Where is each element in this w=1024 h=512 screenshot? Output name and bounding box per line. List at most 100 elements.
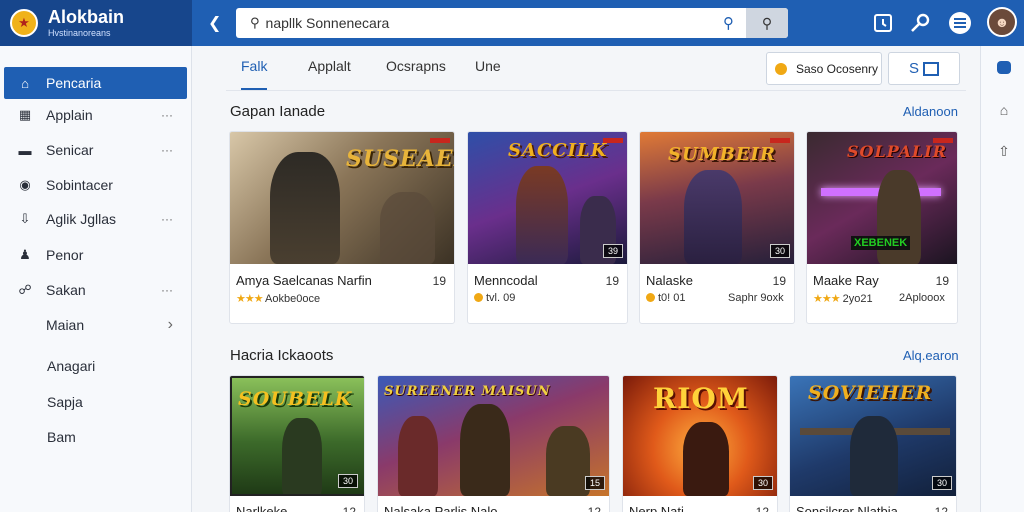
character-figure [850, 416, 898, 496]
sidebar-link-anagari[interactable]: Anagari [47, 358, 95, 374]
game-meta-secondary: 2Aplooox [899, 292, 945, 304]
right-rail: ⌂ ⇧ [980, 46, 1024, 512]
tab-falk[interactable]: Falk [241, 58, 268, 90]
sidebar-item-sobintacer[interactable]: ◉ Sobintacer [4, 169, 187, 201]
character-figure [683, 422, 729, 496]
section-title: Hacria Ickaoots [230, 347, 334, 364]
game-card[interactable]: SOVIEHER 30 Sonsilcrer Nlatbia 12 [789, 375, 957, 512]
game-badge: 15 [584, 476, 605, 490]
game-name: Menncodal [474, 273, 538, 288]
game-thumbnail: SUMBEIR 30 [640, 132, 794, 264]
more-icon[interactable]: ··· [161, 212, 173, 226]
see-all-link[interactable]: Aldanoon [903, 104, 958, 119]
tab-une[interactable]: Une [475, 58, 501, 88]
game-meta-text: Aokbe0oce [265, 293, 321, 305]
game-title-art: SOUBELK [238, 388, 353, 410]
home-icon[interactable]: ⌂ [994, 100, 1014, 120]
game-meta-text: t0! 01 [658, 292, 686, 304]
chat-icon[interactable] [994, 58, 1014, 78]
search-button-icon: ⚲ [761, 14, 773, 31]
game-card[interactable]: SUMBEIR 30 Nalaske 19 t0! 01 Saphr 9oxk [639, 131, 795, 324]
character-figure [516, 166, 568, 264]
back-icon[interactable]: ❮ [208, 13, 226, 33]
sidebar-link-bam[interactable]: Bam [47, 429, 76, 445]
game-meta: tvl. 09 [474, 292, 515, 304]
game-card[interactable]: SOUBELK 30 Narlkeke 12 [229, 375, 365, 512]
menu-icon[interactable] [947, 10, 973, 36]
game-card[interactable]: SOLPALIR XEBENEK Maake Ray 19 ★★★ 2yo21 … [806, 131, 958, 324]
controller-icon: ◉ [19, 177, 31, 192]
search-button[interactable]: ⚲ [746, 8, 788, 38]
calendar-icon[interactable] [870, 10, 896, 36]
rating-stars: ★★★ [813, 293, 841, 305]
key-icon[interactable] [907, 10, 933, 36]
character-figure [546, 426, 590, 496]
download-icon: ⇩ [19, 211, 31, 226]
game-title-art: SUREENER MAISUN [384, 384, 551, 399]
app-subtitle: Hvstinanoreans [48, 28, 111, 38]
view-toggle-button[interactable]: S [888, 52, 960, 85]
sidebar-item-label: Applain [46, 107, 93, 123]
tabs-divider [226, 90, 966, 91]
game-thumbnail: SACCILK 39 [468, 132, 627, 264]
tab-ocsrapns[interactable]: Ocsrapns [386, 58, 446, 88]
game-badge: XEBENEK [851, 236, 911, 250]
sidebar-item-applain[interactable]: ▦ Applain ··· [4, 99, 187, 131]
tag-marker [430, 138, 450, 143]
more-icon[interactable]: ··· [161, 108, 173, 122]
rating-stars: ★★★ [236, 293, 264, 305]
game-card[interactable]: SUREENER MAISUN 15 Nalsaka Parlis Nalo 1… [377, 375, 610, 512]
sidebar-item-senicar[interactable]: ▬ Senicar ··· [4, 134, 187, 166]
sidebar-item-penor[interactable]: ♟ Penor [4, 239, 187, 271]
list-icon: ▬ [18, 142, 32, 158]
brand[interactable]: ★ Alokbain Hvstinanoreans [0, 0, 192, 46]
chevron-right-icon[interactable]: › [168, 316, 173, 334]
sort-button[interactable]: Saso Ocosenry [766, 52, 882, 85]
sidebar-item-pencaria[interactable]: ⌂ Pencaria [4, 67, 187, 99]
sidebar-link-sapja[interactable]: Sapja [47, 394, 83, 410]
game-count: 12 [755, 505, 769, 512]
game-thumbnail: SUSEAER [230, 132, 454, 264]
more-icon[interactable]: ··· [161, 143, 173, 157]
section-title: Gapan Ianade [230, 103, 326, 120]
game-name: Amya Saelcanas Narfin [236, 273, 372, 288]
game-count: 19 [935, 274, 949, 288]
lock-icon: ☍ [18, 282, 32, 297]
sidebar-item-label: Maian [46, 317, 85, 333]
game-thumbnail: SOLPALIR XEBENEK [807, 132, 957, 264]
game-count: 12 [587, 505, 601, 512]
sidebar-item-aglik-jgllas[interactable]: ⇩ Aglik Jgllas ··· [4, 203, 187, 235]
game-name: Sonsilcrer Nlatbia [796, 504, 898, 512]
game-thumbnail: SOVIEHER 30 [790, 376, 956, 496]
game-count: 19 [432, 274, 446, 288]
game-thumbnail: RIOM 30 [623, 376, 777, 496]
game-badge: 39 [602, 244, 623, 258]
logo-glyph: ★ [18, 15, 30, 30]
sidebar-item-label: Aglik Jgllas [46, 211, 117, 227]
upload-icon[interactable]: ⇧ [994, 141, 1014, 161]
tag-marker [770, 138, 790, 143]
game-title-art: SUSEAER [346, 146, 454, 172]
avatar[interactable]: ☻ [987, 7, 1017, 37]
game-name: Nerp Nati [629, 504, 684, 512]
grid-icon: ▦ [18, 107, 32, 122]
sidebar-item-label: Sakan [46, 282, 86, 298]
tab-applalt[interactable]: Applalt [308, 58, 351, 88]
sidebar-item-maian[interactable]: Maian › [4, 309, 187, 341]
game-card[interactable]: SACCILK 39 Menncodal 19 tvl. 09 [467, 131, 628, 324]
window-icon [923, 61, 939, 76]
game-meta-secondary: Saphr 9oxk [728, 292, 784, 304]
search-input[interactable] [265, 15, 706, 31]
more-icon[interactable]: ··· [161, 283, 173, 297]
see-all-link[interactable]: Alq.earon [903, 348, 959, 363]
game-card[interactable]: SUSEAER Amya Saelcanas Narfin 19 ★★★ Aok… [229, 131, 455, 324]
search-magnifier-icon[interactable]: ⚲ [723, 14, 734, 32]
character-figure [282, 418, 322, 494]
game-name: Maake Ray [813, 273, 879, 288]
search-bar[interactable]: ⚲ ⚲ ⚲ [236, 8, 788, 38]
game-card[interactable]: RIOM 30 Nerp Nati 12 [622, 375, 778, 512]
sort-icon [775, 62, 787, 75]
sidebar-item-sakan[interactable]: ☍ Sakan ··· [4, 274, 187, 306]
view-button-label: S [908, 60, 919, 77]
game-badge: 30 [931, 476, 952, 490]
